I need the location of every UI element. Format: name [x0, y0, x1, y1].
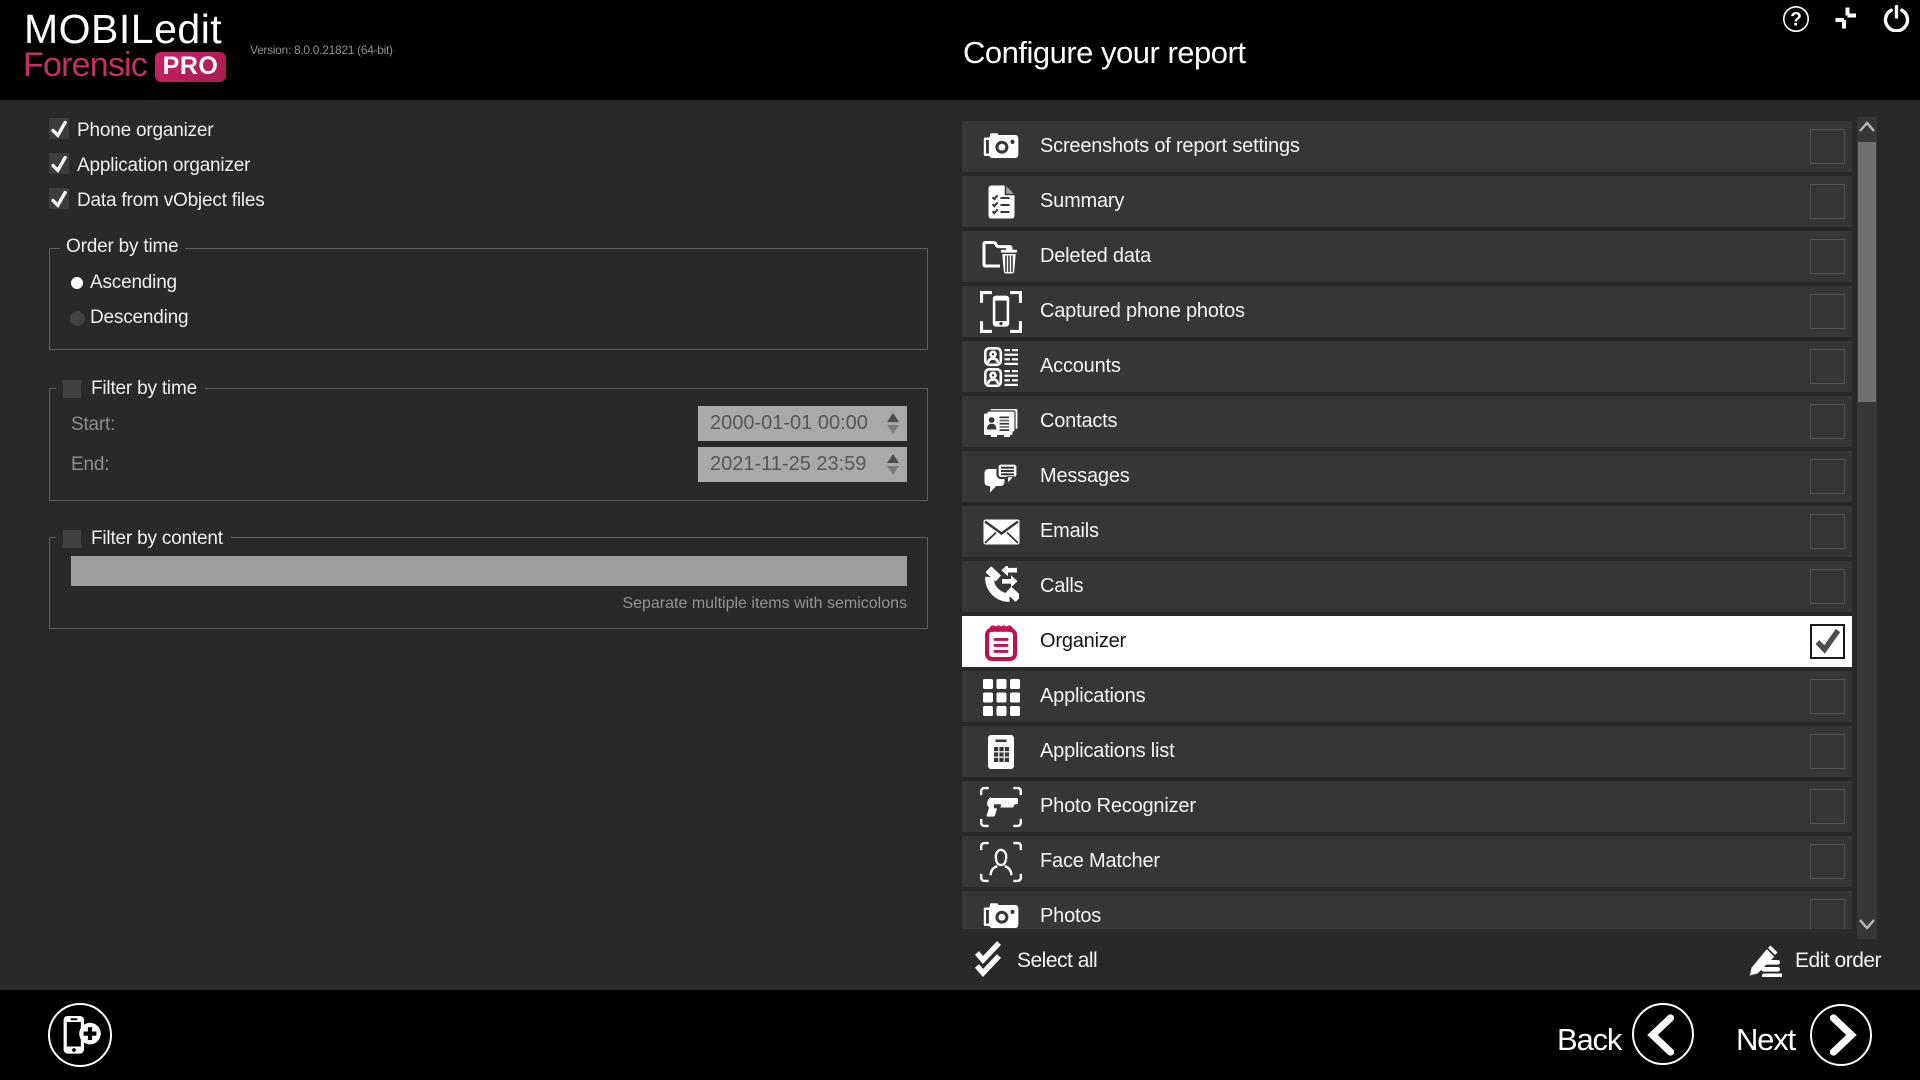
svg-text:?: ? — [1790, 10, 1802, 31]
